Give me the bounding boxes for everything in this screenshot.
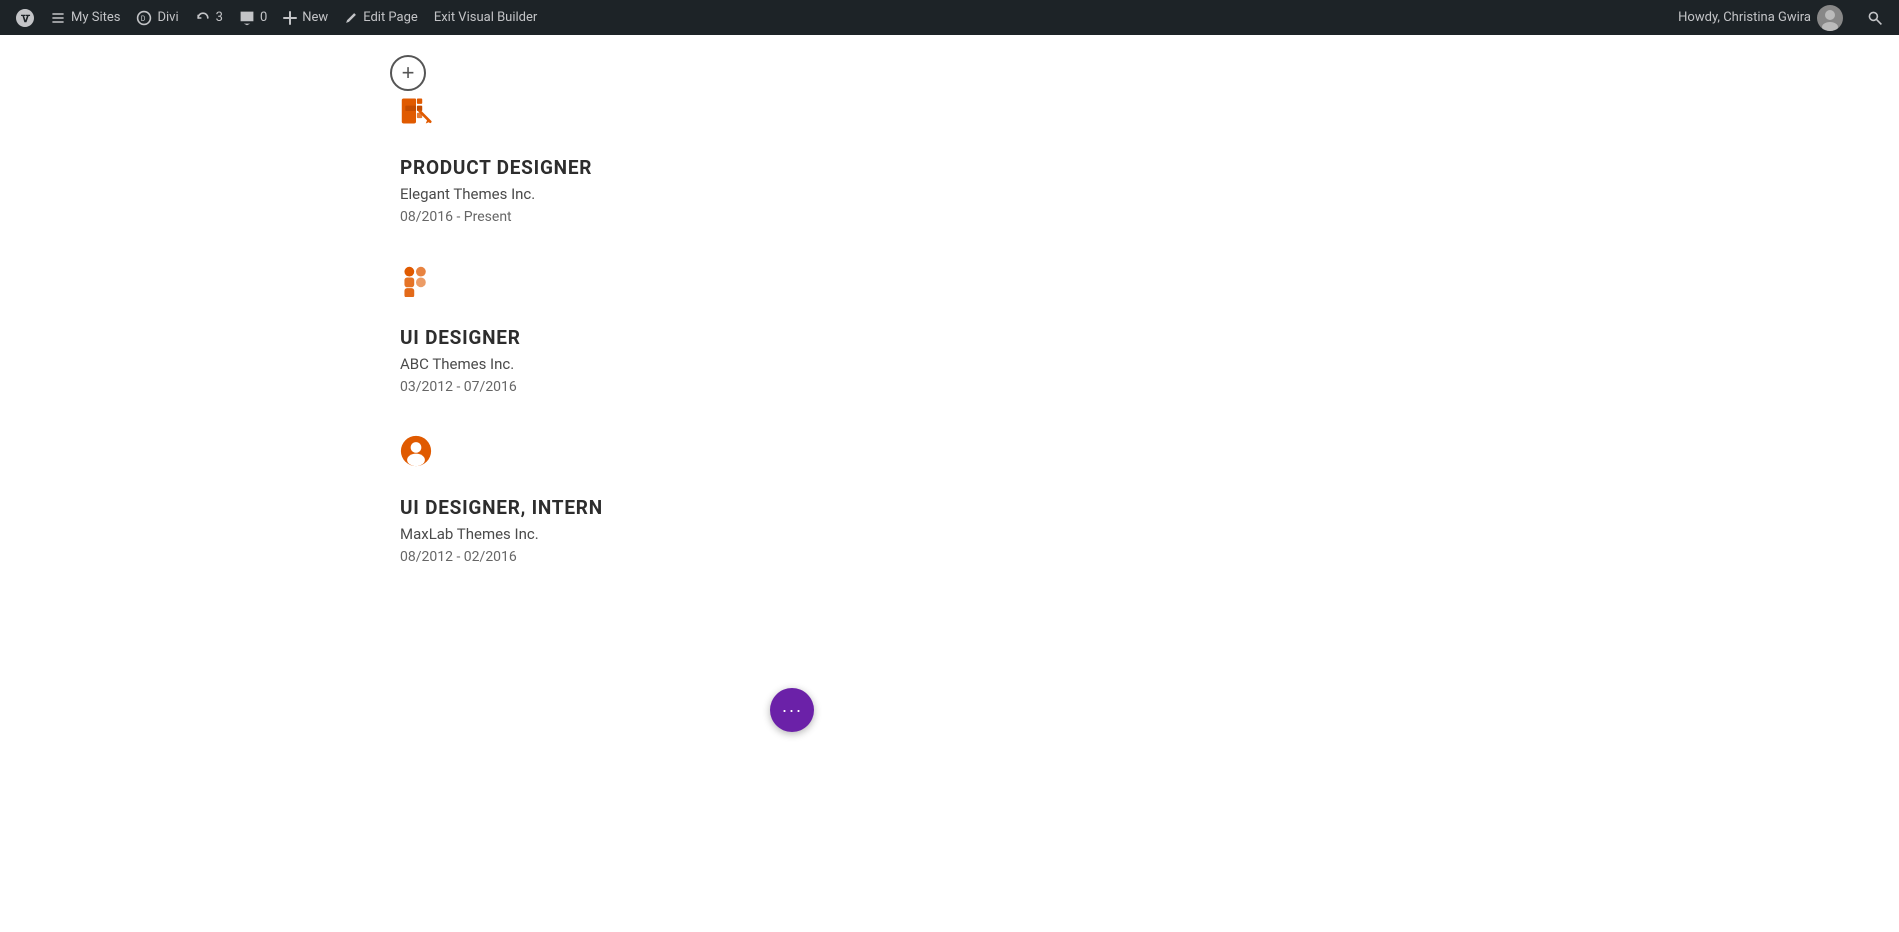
new-label: New [302,10,328,25]
floating-dots-button[interactable]: ··· [770,688,814,732]
work-dates-2: 08/2012 - 02/2016 [400,549,603,565]
edit-page-label: Edit Page [363,10,418,25]
work-company-2: MaxLab Themes Inc. [400,525,603,543]
exit-visual-builder-label: Exit Visual Builder [434,10,537,25]
my-sites-label: My Sites [71,10,120,25]
exit-visual-builder-link[interactable]: Exit Visual Builder [426,0,545,35]
comments-count: 0 [260,10,267,25]
work-entry-0: PRODUCT DESIGNER Elegant Themes Inc. 08/… [400,95,603,225]
work-title-1: UI DESIGNER [400,326,603,349]
admin-bar-right: Howdy, Christina Gwira [1670,5,1891,31]
add-content-button[interactable]: + [390,55,426,91]
comments-link[interactable]: 0 [231,0,275,35]
work-company-0: Elegant Themes Inc. [400,185,603,203]
work-entry-2: UI DESIGNER, INTERN MaxLab Themes Inc. 0… [400,435,603,565]
work-dates-1: 03/2012 - 07/2016 [400,379,603,395]
admin-bar: My Sites D Divi 3 0 New Edit Page Ex [0,0,1899,35]
dots-icon: ··· [782,700,803,721]
avatar [1817,5,1843,31]
add-icon: + [402,60,415,86]
work-title-2: UI DESIGNER, INTERN [400,496,603,519]
work-entries-list: PRODUCT DESIGNER Elegant Themes Inc. 08/… [400,95,603,565]
work-title-0: PRODUCT DESIGNER [400,156,603,179]
updates-link[interactable]: 3 [187,0,231,35]
divi-label: Divi [157,10,178,25]
work-entry-1: UI DESIGNER ABC Themes Inc. 03/2012 - 07… [400,265,603,395]
work-icon-1 [400,265,603,304]
new-link[interactable]: New [275,0,336,35]
howdy-link[interactable]: Howdy, Christina Gwira [1670,5,1851,31]
howdy-text: Howdy, Christina Gwira [1678,10,1811,25]
work-icon-0 [400,95,603,134]
wp-logo[interactable] [8,0,42,35]
work-company-1: ABC Themes Inc. [400,355,603,373]
search-icon[interactable] [1859,10,1891,26]
page-content: PRODUCT DESIGNER Elegant Themes Inc. 08/… [0,35,1899,595]
my-sites-link[interactable]: My Sites [42,0,128,35]
edit-page-link[interactable]: Edit Page [336,0,426,35]
svg-text:D: D [141,14,146,23]
work-dates-0: 08/2016 - Present [400,209,603,225]
work-icon-2 [400,435,603,474]
divi-link[interactable]: D Divi [128,0,186,35]
updates-count: 3 [216,10,223,25]
